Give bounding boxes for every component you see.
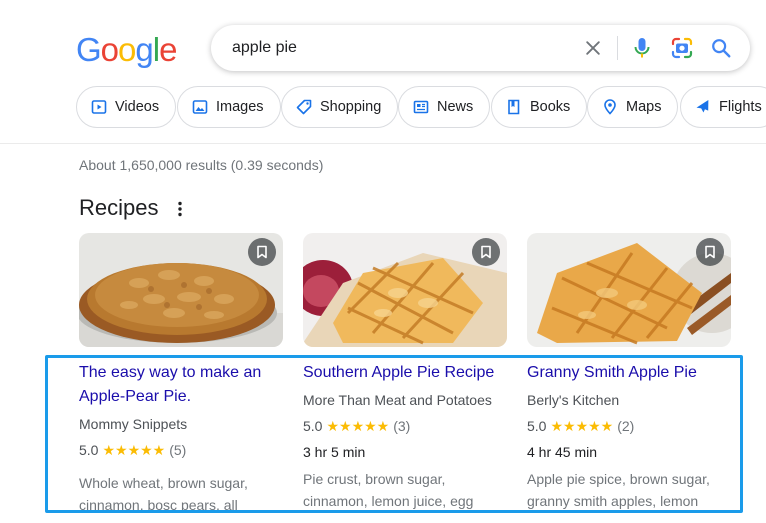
recipe-source: More Than Meat and Potatoes — [303, 392, 492, 408]
plane-icon — [696, 99, 709, 113]
book-icon — [508, 99, 520, 115]
recipe-rating: 5.0 ★★★★★ (3) — [303, 416, 508, 436]
review-count: (5) — [169, 442, 187, 458]
camera-icon — [671, 37, 693, 59]
search-icon — [712, 39, 731, 58]
tag-icon — [296, 99, 312, 115]
recipe-thumbnail[interactable] — [527, 233, 731, 347]
header-divider — [0, 143, 766, 144]
recipe-ingredients: Pie crust, brown sugar, cinnamon, lemon … — [303, 471, 474, 509]
bookmark-icon — [705, 245, 715, 259]
news-icon — [413, 100, 429, 114]
recipe-ingredients: Apple pie spice, brown sugar, granny smi… — [527, 471, 710, 509]
search-divider — [617, 36, 618, 60]
recipe-source: Mommy Snippets — [79, 416, 188, 432]
chip-label: Flights — [719, 99, 762, 115]
chip-shopping[interactable]: Shopping — [281, 86, 399, 128]
video-icon — [91, 100, 107, 114]
search-filter-chips: Videos Images Shopping News Books Maps F… — [76, 86, 766, 128]
recipe-total-time: 4 hr 45 min — [527, 444, 598, 460]
result-stats: About 1,650,000 results (0.39 seconds) — [79, 157, 324, 173]
chip-label: Images — [216, 99, 264, 115]
recipe-title-link[interactable]: Southern Apple Pie Recipe — [303, 361, 508, 385]
rating-value: 5.0 — [527, 418, 547, 434]
chip-maps[interactable]: Maps — [587, 86, 679, 128]
rating-stars: ★★★★★ — [326, 418, 390, 434]
bookmark-icon — [257, 245, 267, 259]
chip-label: Shopping — [320, 99, 382, 115]
review-count: (3) — [393, 418, 411, 434]
recipe-title-link[interactable]: The easy way to make an Apple-Pear Pie. — [79, 361, 284, 409]
chip-videos[interactable]: Videos — [76, 86, 177, 128]
save-recipe-button[interactable] — [248, 238, 276, 266]
search-box — [211, 25, 750, 71]
chip-label: Maps — [626, 99, 662, 115]
chip-flights[interactable]: Flights — [680, 86, 766, 128]
recipe-ingredients: Whole wheat, brown sugar, cinnamon, bosc… — [79, 475, 248, 513]
close-icon — [586, 41, 600, 55]
search-input[interactable] — [232, 36, 572, 60]
rating-stars: ★★★★★ — [550, 418, 614, 434]
recipe-source: Berly's Kitchen — [527, 392, 620, 408]
recipes-heading: Recipes — [79, 195, 159, 220]
chip-label: Videos — [115, 99, 160, 115]
recipes-more-options-button[interactable] — [170, 198, 190, 220]
rating-stars: ★★★★★ — [102, 442, 166, 458]
chip-images[interactable]: Images — [177, 86, 281, 128]
chip-books[interactable]: Books — [491, 86, 588, 128]
more-vert-icon — [178, 201, 182, 217]
voice-search-button[interactable] — [628, 34, 656, 62]
google-logo[interactable]: Google — [76, 30, 177, 70]
save-recipe-button[interactable] — [696, 238, 724, 266]
recipe-rating: 5.0 ★★★★★ (5) — [79, 440, 284, 460]
search-button[interactable] — [707, 34, 735, 62]
recipe-card[interactable]: Southern Apple Pie Recipe More Than Meat… — [303, 233, 508, 512]
chip-label: Books — [530, 99, 571, 115]
rating-value: 5.0 — [79, 442, 99, 458]
recipe-card[interactable]: The easy way to make an Apple-Pear Pie. … — [79, 233, 284, 516]
recipe-total-time: 3 hr 5 min — [303, 444, 366, 460]
clear-search-button[interactable] — [579, 34, 607, 62]
review-count: (2) — [617, 418, 635, 434]
chip-label: News — [437, 99, 474, 115]
microphone-icon — [634, 38, 650, 58]
image-icon — [192, 100, 208, 114]
recipe-card[interactable]: Granny Smith Apple Pie Berly's Kitchen 5… — [527, 233, 732, 512]
image-search-button[interactable] — [668, 34, 696, 62]
map-pin-icon — [604, 99, 616, 115]
recipe-thumbnail[interactable] — [303, 233, 507, 347]
recipe-rating: 5.0 ★★★★★ (2) — [527, 416, 732, 436]
recipe-thumbnail[interactable] — [79, 233, 283, 347]
bookmark-icon — [481, 245, 491, 259]
save-recipe-button[interactable] — [472, 238, 500, 266]
recipe-title-link[interactable]: Granny Smith Apple Pie — [527, 361, 732, 385]
rating-value: 5.0 — [303, 418, 323, 434]
chip-news[interactable]: News — [398, 86, 491, 128]
